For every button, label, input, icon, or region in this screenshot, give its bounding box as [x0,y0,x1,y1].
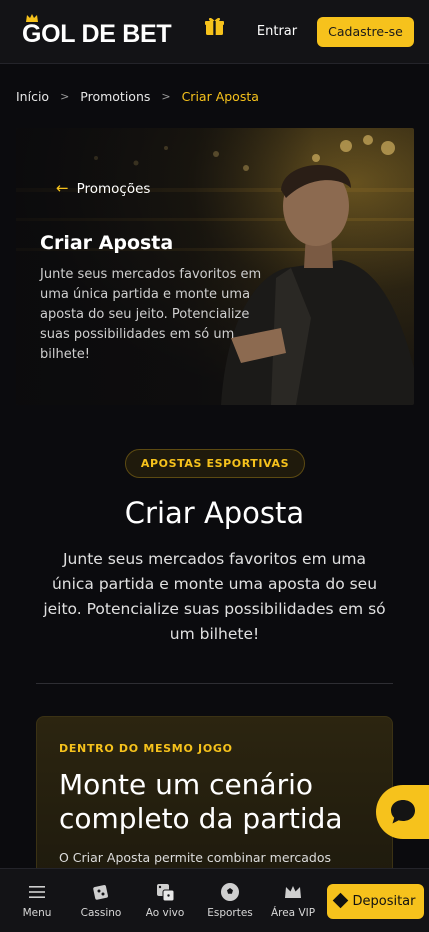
nav-sports-label: Esportes [207,907,253,919]
top-header: GOL DE BET Entrar Cadastre-se [0,0,429,64]
page-title: Criar Aposta [124,496,305,530]
gift-icon[interactable] [204,15,225,36]
hero-title: Criar Aposta [40,232,174,254]
card-kicker: DENTRO DO MESMO JOGO [59,742,233,755]
signup-button[interactable]: Cadastre-se [317,17,414,47]
nav-menu-label: Menu [22,907,52,919]
nav-menu[interactable]: Menu [7,881,67,927]
breadcrumb-current: Criar Aposta [181,89,259,104]
back-label: Promoções [76,181,151,197]
bottom-navigation: Menu Cassino Ao vivo Esportes Área VIP D… [0,868,429,932]
brand-logo[interactable]: GOL DE BET [22,20,172,49]
deposit-label: Depositar [352,894,416,909]
breadcrumb-promotions[interactable]: Promotions [80,89,150,104]
hero-banner: ← Promoções Criar Aposta Junte seus merca… [16,128,414,405]
nav-casino[interactable]: Cassino [71,881,131,927]
arrow-left-icon: ← [56,179,69,197]
hero-description: Junte seus mercados favoritos em uma úni… [40,267,262,362]
chat-bubble-icon [391,800,415,824]
login-button[interactable]: Entrar [250,20,304,44]
breadcrumb: Início > Promotions > Criar Aposta [16,88,259,104]
diamond-icon [333,892,349,909]
soccer-ball-icon [221,883,239,901]
back-to-promotions-link[interactable]: ← Promoções [56,179,150,197]
chat-button[interactable] [376,785,429,839]
category-badge: APOSTAS ESPORTIVAS [125,449,305,478]
crown-icon [285,886,301,898]
nav-casino-label: Cassino [80,907,122,919]
deposit-button[interactable]: Depositar [327,884,424,919]
page-description: Junte seus mercados favoritos em uma úni… [43,550,386,643]
nav-sports[interactable]: Esportes [200,881,260,927]
card-title: Monte um cenário completo da partida [59,768,343,835]
breadcrumb-separator: > [161,90,171,103]
casino-icon [93,885,108,900]
menu-icon [29,886,45,898]
nav-live[interactable]: Ao vivo [135,881,195,927]
nav-live-label: Ao vivo [145,907,185,919]
nav-vip[interactable]: Área VIP [263,881,323,927]
breadcrumb-separator: > [60,90,70,103]
card-description: O Criar Aposta permite combinar mercados [59,850,332,865]
nav-vip-label: Área VIP [270,907,316,919]
section-divider [36,683,393,684]
breadcrumb-home[interactable]: Início [16,89,49,104]
dice-icon [157,884,175,902]
feature-card: DENTRO DO MESMO JOGO Monte um cenário co… [36,716,393,886]
